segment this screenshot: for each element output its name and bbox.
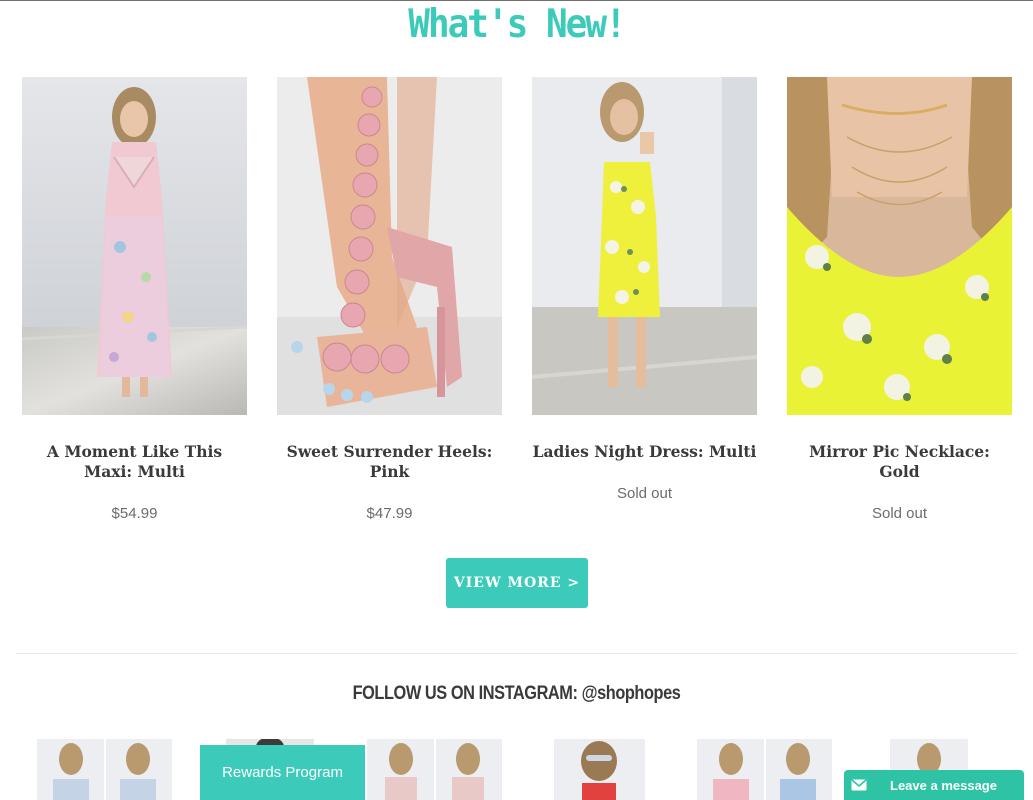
product-card[interactable]: Sweet Surrender Heels: Pink $47.99 [277, 77, 502, 522]
product-card[interactable]: Ladies Night Dress: Multi Sold out [532, 77, 757, 502]
product-name[interactable]: Ladies Night Dress: Multi [532, 442, 757, 462]
product-image[interactable] [22, 77, 247, 415]
instagram-thumbnail[interactable] [697, 739, 832, 800]
view-more-button[interactable]: VIEW MORE > [446, 558, 588, 608]
product-price: $54.99 [111, 505, 158, 522]
top-divider [0, 0, 1033, 1]
product-card[interactable]: A Moment Like This Maxi: Multi $54.99 [22, 77, 247, 522]
product-card[interactable]: Mirror Pic Necklace: Gold Sold out [787, 77, 1012, 522]
instagram-thumbnail[interactable] [37, 739, 172, 800]
product-name[interactable]: A Moment Like This Maxi: Multi [22, 442, 247, 482]
product-price: Sold out [616, 485, 673, 502]
product-name[interactable]: Sweet Surrender Heels: Pink [277, 442, 502, 482]
instagram-thumbnail[interactable] [367, 739, 502, 800]
product-image[interactable] [532, 77, 757, 415]
product-name[interactable]: Mirror Pic Necklace: Gold [787, 442, 1012, 482]
section-title: What's New! [408, 2, 626, 47]
product-price: $47.99 [366, 505, 413, 522]
section-divider [16, 653, 1017, 654]
mail-icon [844, 770, 874, 800]
chat-label: Leave a message [890, 777, 997, 793]
product-image[interactable] [277, 77, 502, 415]
product-image[interactable] [787, 77, 1012, 415]
leave-message-chat-button[interactable]: Leave a message [844, 770, 1024, 800]
product-price: Sold out [871, 505, 928, 522]
rewards-program-button[interactable]: Rewards Program [200, 745, 365, 800]
instagram-thumbnail[interactable] [554, 739, 645, 800]
instagram-title: FOLLOW US ON INSTAGRAM: @shophopes [352, 683, 681, 704]
